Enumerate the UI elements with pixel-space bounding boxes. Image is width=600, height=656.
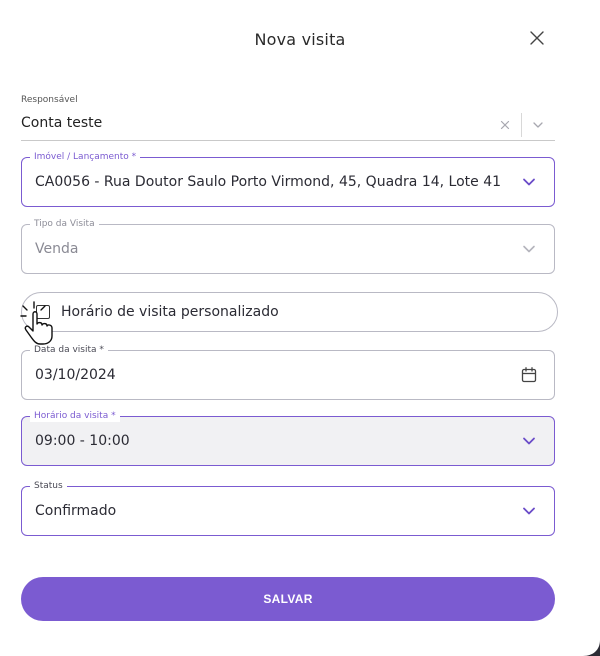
dialog-title: Nova visita	[254, 30, 346, 49]
imovel-field[interactable]: Imóvel / Lançamento * CA0056 - Rua Douto…	[21, 151, 555, 207]
responsavel-underline	[21, 140, 555, 141]
chevron-down-icon[interactable]	[520, 502, 538, 520]
tipo-visita-value[interactable]: Venda	[35, 225, 505, 273]
save-button[interactable]: SALVAR	[21, 577, 555, 621]
custom-time-toggle[interactable]: Horário de visita personalizado	[21, 292, 558, 332]
responsavel-select[interactable]: Conta teste	[21, 115, 102, 131]
status-value[interactable]: Confirmado	[35, 487, 505, 535]
imovel-value[interactable]: CA0056 - Rua Doutor Saulo Porto Virmond,…	[35, 158, 505, 206]
new-visit-dialog: Nova visita Responsável Conta teste Imóv…	[0, 0, 600, 656]
custom-time-label: Horário de visita personalizado	[61, 304, 279, 320]
select-separator	[521, 113, 522, 137]
horario-visita-value[interactable]: 09:00 - 10:00	[35, 417, 505, 465]
chevron-down-icon[interactable]	[520, 240, 538, 258]
checkbox-icon[interactable]	[36, 305, 50, 319]
status-field[interactable]: Status Confirmado	[21, 480, 555, 536]
chevron-down-icon[interactable]	[530, 118, 546, 132]
tipo-visita-field[interactable]: Tipo da Visita Venda	[21, 218, 555, 274]
data-visita-value[interactable]: 03/10/2024	[35, 351, 505, 399]
horario-visita-field[interactable]: Horário da visita * 09:00 - 10:00	[21, 410, 555, 466]
chevron-down-icon[interactable]	[520, 173, 538, 191]
close-icon[interactable]	[527, 28, 547, 48]
resize-corner	[583, 640, 600, 656]
data-visita-field[interactable]: Data da visita * 03/10/2024	[21, 344, 555, 400]
clear-icon[interactable]	[498, 118, 512, 132]
calendar-icon[interactable]	[520, 366, 538, 384]
chevron-down-icon[interactable]	[520, 432, 538, 450]
responsavel-label: Responsável	[21, 95, 78, 105]
